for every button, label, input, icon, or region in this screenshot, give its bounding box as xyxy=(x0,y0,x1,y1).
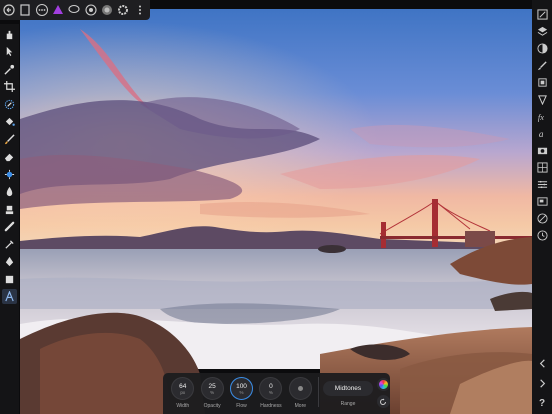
move-icon[interactable] xyxy=(2,44,17,59)
chevron-right-icon[interactable] xyxy=(535,376,549,390)
svg-text:a: a xyxy=(538,129,543,139)
opacity-label: Opacity xyxy=(203,403,221,409)
adjustments-icon[interactable] xyxy=(535,41,549,55)
opacity-control[interactable]: 25 % Opacity xyxy=(197,377,226,409)
flow-dial[interactable]: 100 % xyxy=(230,377,254,400)
more-control[interactable]: More xyxy=(286,377,315,409)
hardness-dial[interactable]: 0 % xyxy=(259,377,283,400)
history-icon[interactable] xyxy=(535,7,549,21)
transform-icon[interactable] xyxy=(535,211,549,225)
chevron-left-icon[interactable] xyxy=(535,356,549,370)
opacity-dial[interactable]: 25 % xyxy=(200,377,224,400)
healing-icon[interactable] xyxy=(2,219,17,234)
more-button[interactable] xyxy=(288,377,312,400)
pen-icon[interactable] xyxy=(2,254,17,269)
studio-panel-bar: fx a ? xyxy=(532,0,552,414)
camera-icon[interactable] xyxy=(535,143,549,157)
eraser-icon[interactable] xyxy=(2,149,17,164)
flow-label: Flow xyxy=(236,403,247,409)
hardness-value: 0 xyxy=(269,382,273,390)
more-icon[interactable] xyxy=(35,3,48,17)
smudge-icon[interactable] xyxy=(2,184,17,199)
lasso-icon[interactable] xyxy=(68,3,81,17)
tools-panel xyxy=(0,24,19,414)
layers-icon[interactable] xyxy=(101,3,113,17)
crop-icon[interactable] xyxy=(2,79,17,94)
width-value: 64 xyxy=(179,382,187,390)
stock-icon[interactable] xyxy=(535,160,549,174)
hardness-control[interactable]: 0 % Hardness xyxy=(256,377,285,409)
hand-icon[interactable] xyxy=(2,27,17,42)
effects-icon[interactable] xyxy=(535,75,549,89)
toolbar-divider xyxy=(318,377,319,407)
svg-text:fx: fx xyxy=(537,113,543,122)
color-picker-icon[interactable] xyxy=(2,62,17,77)
retouch-icon[interactable] xyxy=(2,237,17,252)
layers-icon[interactable] xyxy=(535,24,549,38)
dodge-icon[interactable] xyxy=(2,167,17,182)
flood-fill-icon[interactable] xyxy=(2,114,17,129)
channels-icon[interactable] xyxy=(535,177,549,191)
range-control[interactable]: Midtones Range xyxy=(322,377,373,407)
selection-brush-icon[interactable] xyxy=(2,97,17,112)
styles-icon[interactable] xyxy=(535,92,549,106)
text-styles-icon[interactable]: a xyxy=(535,126,549,140)
context-toolbar: 64 px Width 25 % Opacity 100 % Flow 0 % … xyxy=(163,373,390,414)
more-label: More xyxy=(294,403,307,409)
width-unit: px xyxy=(180,389,186,395)
persona-icon[interactable] xyxy=(52,3,64,17)
home-icon[interactable] xyxy=(3,3,15,17)
opacity-unit: % xyxy=(210,389,215,395)
fx-icon[interactable]: fx xyxy=(535,109,549,123)
flow-control[interactable]: 100 % Flow xyxy=(227,377,256,409)
clone-icon[interactable] xyxy=(2,202,17,217)
flow-unit: % xyxy=(239,389,244,395)
settings-icon[interactable] xyxy=(117,3,129,17)
text-icon[interactable] xyxy=(2,289,17,304)
color-icon[interactable] xyxy=(85,3,97,17)
range-value: Midtones xyxy=(334,385,362,392)
refresh-icon[interactable] xyxy=(376,395,390,408)
clock-icon[interactable] xyxy=(535,228,549,242)
width-label: Width xyxy=(176,403,190,409)
overflow-icon[interactable] xyxy=(134,3,146,17)
document-canvas[interactable] xyxy=(20,9,532,414)
width-dial[interactable]: 64 px xyxy=(171,377,195,400)
range-label: Range xyxy=(340,401,356,407)
more-dot-icon xyxy=(297,386,303,391)
help-icon[interactable]: ? xyxy=(535,396,549,410)
rectangle-icon[interactable] xyxy=(2,272,17,287)
hardness-unit: % xyxy=(268,389,273,395)
opacity-value: 25 xyxy=(208,382,216,390)
document-icon[interactable] xyxy=(19,3,31,17)
range-select[interactable]: Midtones xyxy=(322,381,373,396)
flow-value: 100 xyxy=(236,382,247,390)
paint-brush-icon[interactable] xyxy=(2,132,17,147)
width-control[interactable]: 64 px Width xyxy=(168,377,197,409)
hardness-label: Hardness xyxy=(260,403,282,409)
color-wheel-icon[interactable] xyxy=(376,378,390,391)
navigator-icon[interactable] xyxy=(535,194,549,208)
brushes-icon[interactable] xyxy=(535,58,549,72)
top-toolbar xyxy=(0,0,150,20)
